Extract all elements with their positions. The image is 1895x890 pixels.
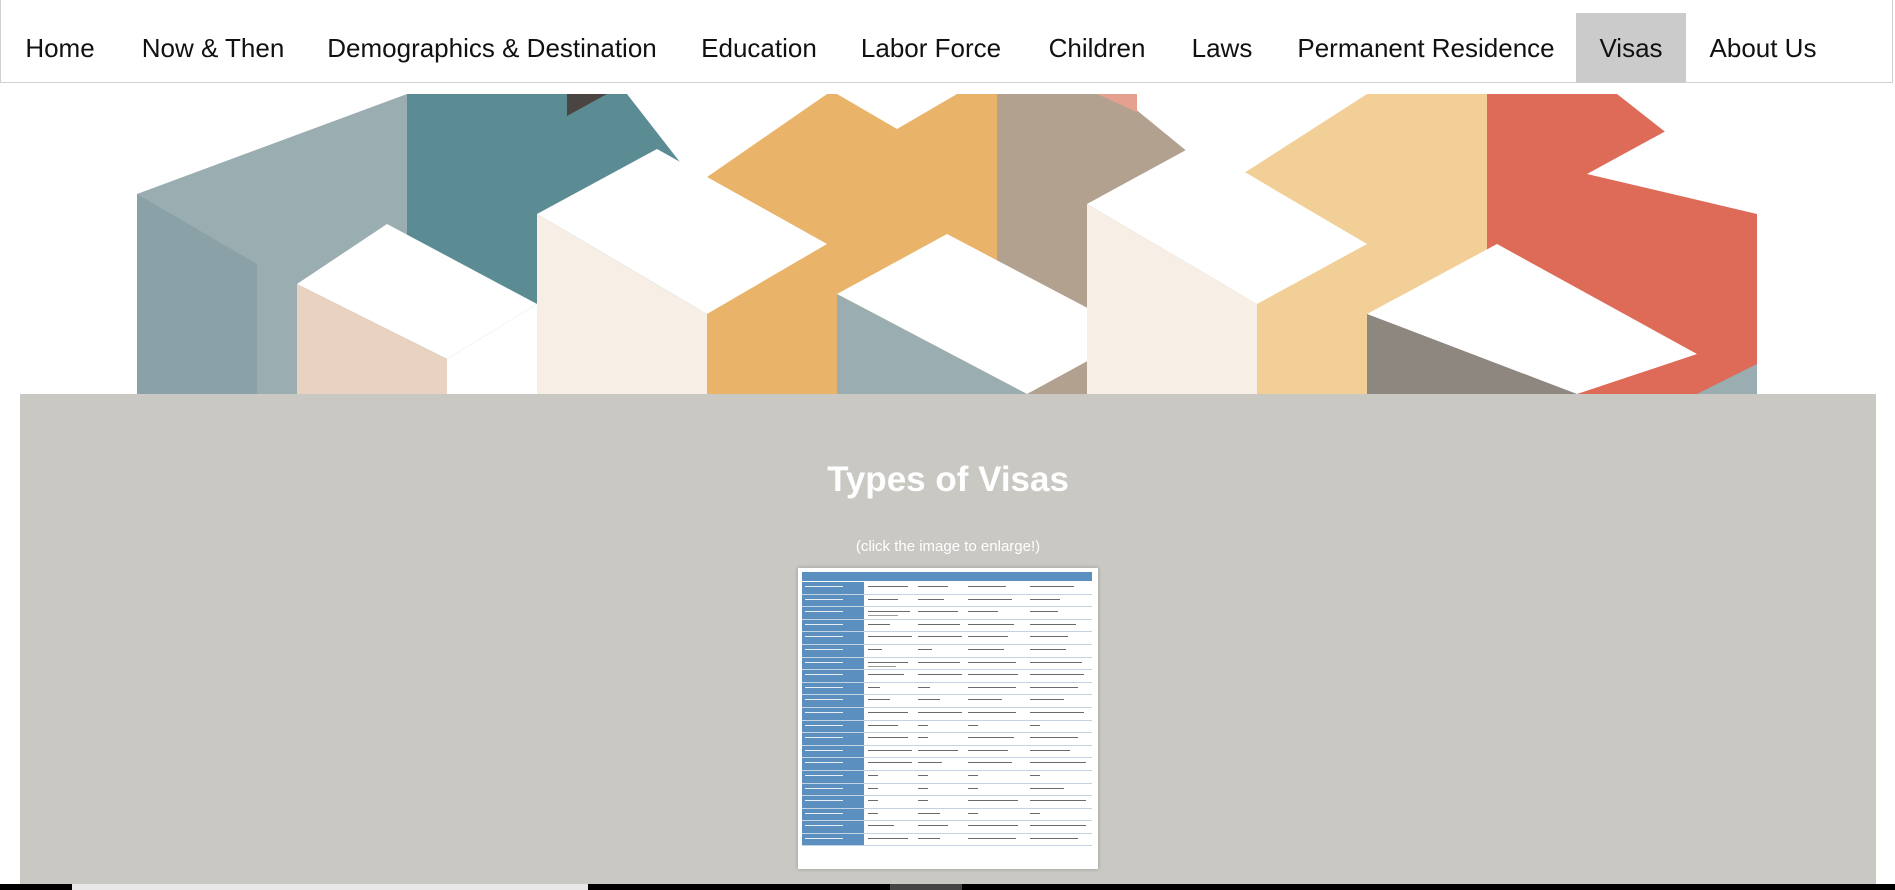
nav-item-visas[interactable]: Visas [1576,13,1686,83]
enlarge-hint: (click the image to enlarge!) [855,538,1041,555]
nav-item-home[interactable]: Home [11,13,109,83]
visas-content-panel: Types of Visas (click the image to enlar… [20,394,1876,890]
hero-banner-image [137,94,1757,394]
horizontal-scrollbar[interactable] [0,884,1895,890]
nav-item-children[interactable]: Children [1037,13,1157,83]
nav-item-demographics-destination[interactable]: Demographics & Destination [317,13,667,83]
table-rows [802,582,1092,847]
nav-item-about-us[interactable]: About Us [1701,13,1825,83]
top-navigation: Home Now & Then Demographics & Destinati… [0,0,1893,83]
table-header-bar [802,572,1092,581]
nav-item-labor-force[interactable]: Labor Force [851,13,1011,83]
nav-item-permanent-residence[interactable]: Permanent Residence [1289,13,1563,83]
scrollbar-segment [890,884,962,890]
nav-item-laws[interactable]: Laws [1177,13,1267,83]
page-title: Types of Visas [827,460,1069,499]
visa-comparison-table-image[interactable] [798,568,1098,869]
scrollbar-thumb[interactable] [72,884,588,890]
nav-item-now-and-then[interactable]: Now & Then [123,13,303,83]
nav-item-education[interactable]: Education [689,13,829,83]
